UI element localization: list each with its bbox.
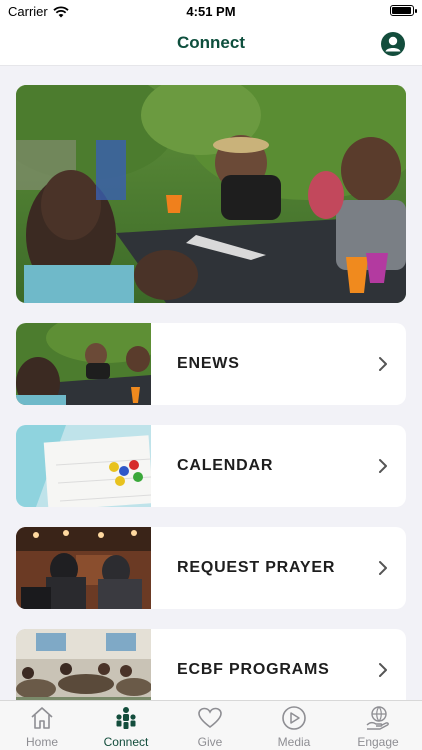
chevron-right-icon xyxy=(379,357,387,371)
page-title: Connect xyxy=(177,33,245,52)
calendar-thumbnail xyxy=(16,425,154,507)
play-icon xyxy=(282,706,306,730)
tab-label: Media xyxy=(277,735,311,749)
tab-engage[interactable]: Engage xyxy=(336,701,420,750)
card-ecbf-programs[interactable]: ECBF PROGRAMS xyxy=(16,629,406,700)
status-bar: Carrier 4:51 PM xyxy=(0,0,422,22)
hero-photo xyxy=(16,85,406,303)
tab-label: Engage xyxy=(357,735,399,749)
tab-home[interactable]: Home xyxy=(0,701,84,750)
chevron-right-icon xyxy=(379,561,387,575)
content-scroll[interactable]: ENEWS CALENDAR REQUEST PRAYER ECBF PROGR… xyxy=(0,66,422,700)
globe-hand-icon xyxy=(366,706,389,730)
chevron-right-icon xyxy=(379,459,387,473)
tab-connect[interactable]: Connect xyxy=(84,701,168,750)
enews-thumbnail xyxy=(16,323,166,405)
card-request-prayer[interactable]: REQUEST PRAYER xyxy=(16,527,406,609)
tab-media[interactable]: Media xyxy=(252,701,336,750)
heart-icon xyxy=(198,707,222,729)
people-icon xyxy=(116,707,136,729)
tab-label: Home xyxy=(25,735,58,749)
tab-label: Give xyxy=(197,735,223,749)
card-label: REQUEST PRAYER xyxy=(177,559,336,576)
card-enews[interactable]: ENEWS xyxy=(16,323,406,405)
tab-bar: Home Connect Give Media Engage xyxy=(0,700,422,750)
battery-icon xyxy=(390,5,417,16)
clock: 4:51 PM xyxy=(186,4,236,19)
card-label: CALENDAR xyxy=(177,457,274,474)
navigation-bar: Connect xyxy=(0,22,422,66)
card-label: ENEWS xyxy=(177,355,240,372)
card-label: ECBF PROGRAMS xyxy=(177,661,330,678)
chevron-right-icon xyxy=(379,663,387,677)
prayer-thumbnail xyxy=(16,527,151,609)
tab-give[interactable]: Give xyxy=(168,701,252,750)
person-icon xyxy=(385,36,401,52)
card-calendar[interactable]: CALENDAR xyxy=(16,425,406,507)
profile-button[interactable] xyxy=(381,32,405,56)
house-icon xyxy=(31,707,53,729)
tab-label: Connect xyxy=(103,735,149,749)
programs-thumbnail xyxy=(16,629,152,700)
